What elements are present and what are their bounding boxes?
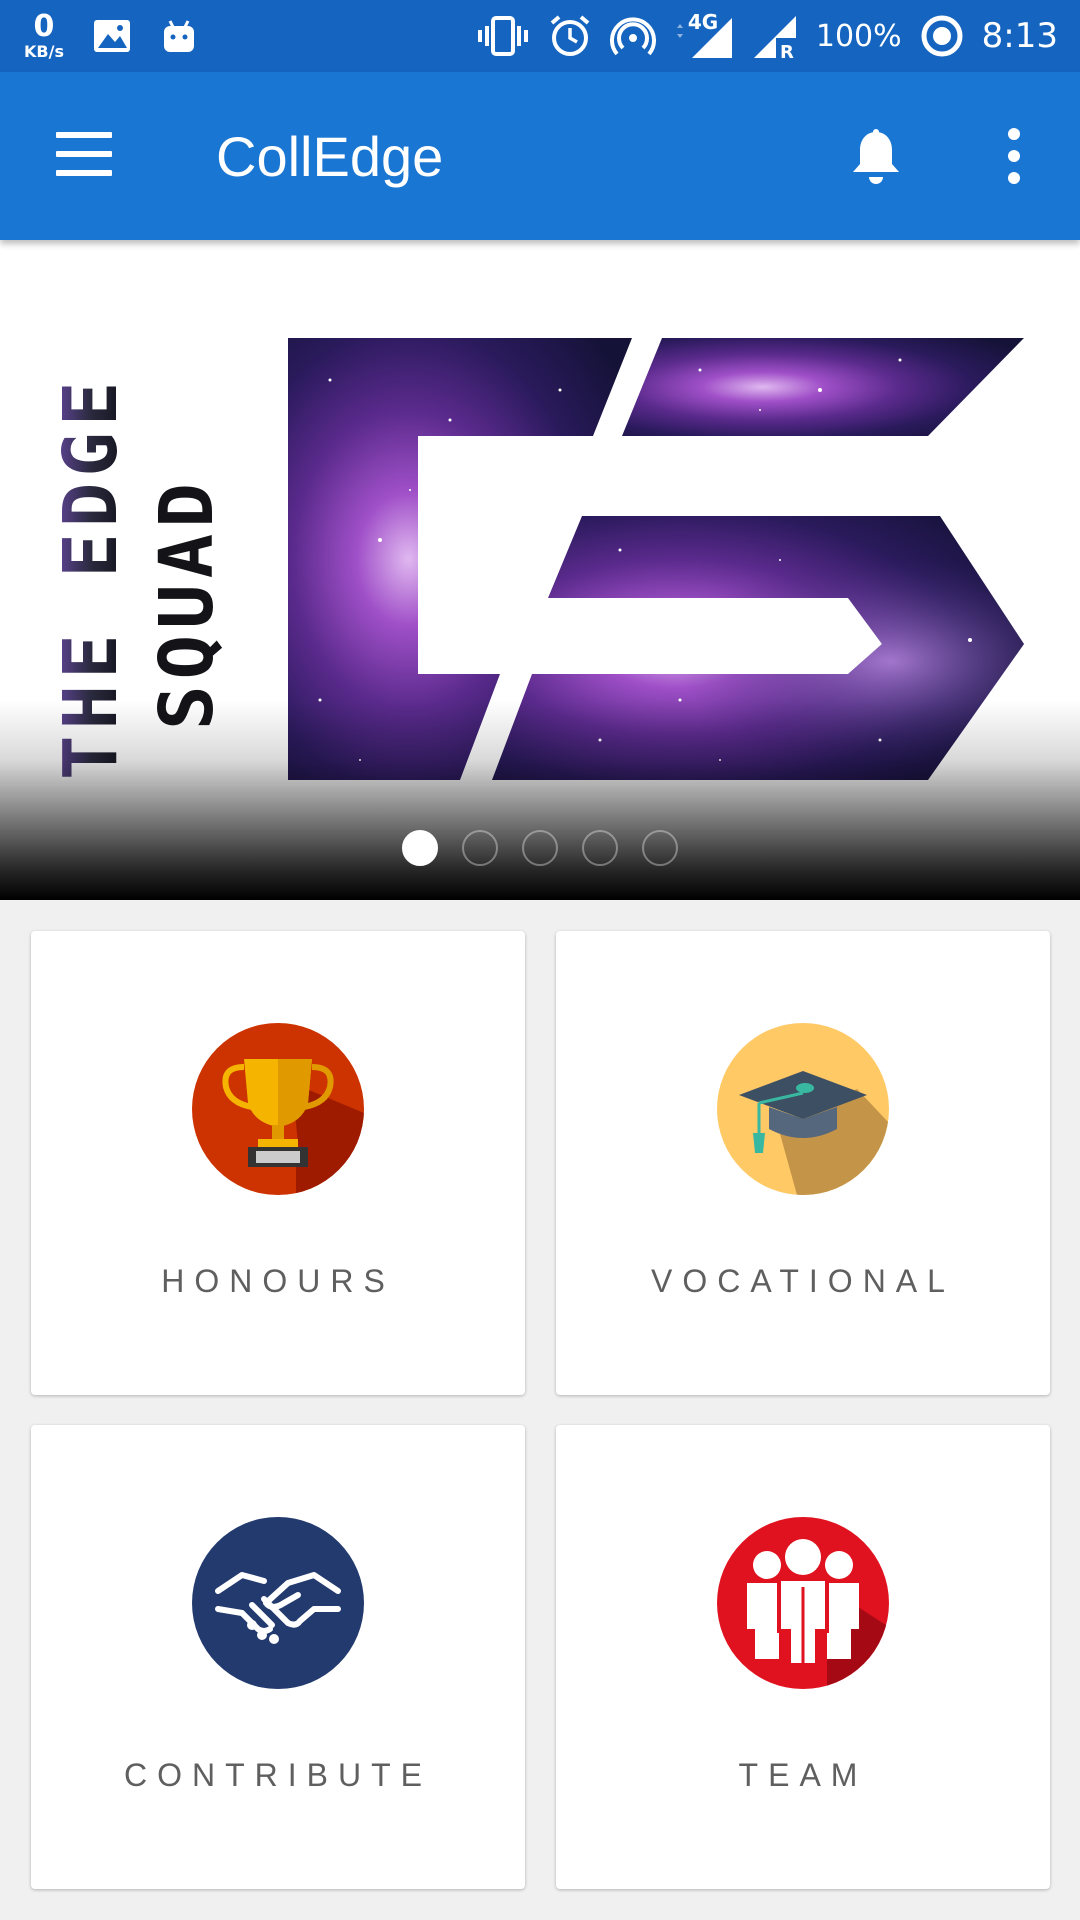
banner-gradient bbox=[0, 700, 1080, 900]
menu-icon-bar bbox=[56, 151, 112, 157]
clock: 8:13 bbox=[981, 16, 1058, 56]
team-icon bbox=[717, 1517, 889, 1689]
alarm-icon bbox=[550, 15, 590, 56]
status-bar-right: 4G R 100% 8:13 bbox=[476, 0, 1058, 72]
image-icon bbox=[93, 20, 130, 52]
carousel-indicators bbox=[0, 830, 1080, 866]
trophy-badge bbox=[192, 1023, 364, 1195]
status-bar: 0 KB/s 4G R 100% 8:13 bbox=[0, 0, 1080, 72]
graduation-cap-icon bbox=[717, 1023, 889, 1195]
vibrate-icon bbox=[477, 16, 528, 56]
mobile-signal: 4G bbox=[674, 10, 734, 60]
menu-icon-bar bbox=[56, 170, 112, 176]
honours-card[interactable]: HONOURS bbox=[31, 931, 525, 1395]
contribute-label: CONTRIBUTE bbox=[124, 1757, 432, 1793]
vocational-label: VOCATIONAL bbox=[651, 1263, 955, 1299]
logo-line2: SQUAD bbox=[144, 477, 230, 730]
overflow-dot bbox=[1008, 150, 1020, 162]
carousel-dot[interactable] bbox=[582, 830, 618, 866]
carousel-dot[interactable] bbox=[642, 830, 678, 866]
app-title: CollEdge bbox=[216, 125, 444, 188]
trophy-icon bbox=[192, 1023, 364, 1195]
vocational-card[interactable]: VOCATIONAL bbox=[556, 931, 1050, 1395]
handshake-badge bbox=[192, 1517, 364, 1689]
menu-button[interactable] bbox=[56, 132, 112, 176]
roaming-signal-icon: R bbox=[753, 16, 798, 60]
team-label: TEAM bbox=[738, 1757, 868, 1793]
team-card[interactable]: TEAM bbox=[556, 1425, 1050, 1889]
android-icon bbox=[163, 20, 194, 52]
network-speed-unit: KB/s bbox=[24, 42, 64, 61]
svg-text:R: R bbox=[780, 42, 794, 60]
battery-saver-icon bbox=[921, 15, 963, 57]
handshake-icon bbox=[192, 1517, 364, 1689]
overflow-menu-button[interactable] bbox=[1000, 128, 1028, 184]
overflow-dot bbox=[1008, 128, 1020, 140]
carousel-dot[interactable] bbox=[402, 830, 438, 866]
network-speed: 0 KB/s bbox=[24, 12, 64, 60]
honours-label: HONOURS bbox=[161, 1263, 395, 1299]
carousel-dot[interactable] bbox=[522, 830, 558, 866]
notifications-button[interactable] bbox=[848, 128, 904, 188]
app-bar: CollEdge bbox=[0, 72, 1080, 240]
status-bar-left: 0 KB/s bbox=[24, 8, 198, 64]
bell-icon bbox=[853, 129, 899, 184]
menu-icon-bar bbox=[56, 132, 112, 138]
overflow-dot bbox=[1008, 172, 1020, 184]
network-speed-value: 0 bbox=[33, 9, 55, 44]
signal-icon bbox=[676, 18, 732, 58]
battery-percent: 100% bbox=[815, 18, 902, 54]
hotspot-icon bbox=[609, 17, 656, 56]
banner-carousel[interactable]: THE EDGE SQUAD bbox=[0, 240, 1080, 900]
contribute-card[interactable]: CONTRIBUTE bbox=[31, 1425, 525, 1889]
graduation-badge bbox=[717, 1023, 889, 1195]
carousel-dot[interactable] bbox=[462, 830, 498, 866]
team-badge bbox=[717, 1517, 889, 1689]
